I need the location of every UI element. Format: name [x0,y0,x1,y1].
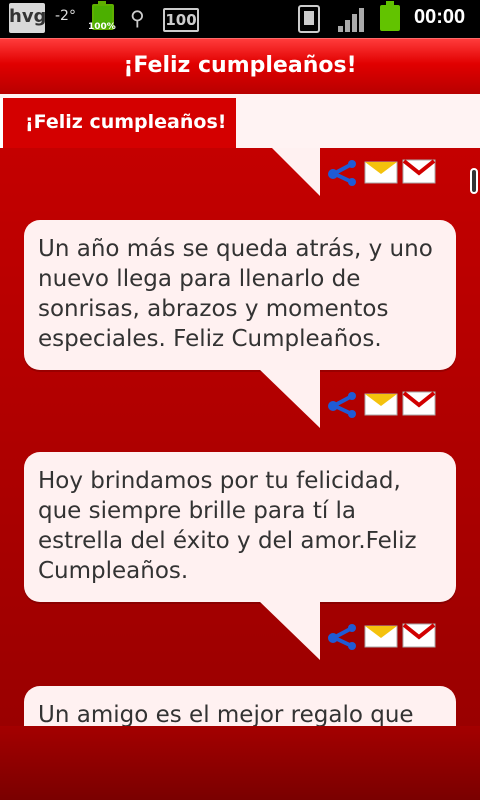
message-text: Un año más se queda atrás, y uno nuevo l… [38,236,433,352]
share-icon[interactable] [326,622,360,650]
tab-label: ¡Feliz cumpleaños! [25,111,227,133]
gmail-icon[interactable] [402,388,436,416]
message-actions [326,154,438,188]
battery-small-percent: 100% [88,22,116,32]
vibrate-icon [298,5,320,33]
status-bar: hvg -2° 100% ⚲ 100 00:00 [0,0,480,38]
bubble-tail [258,368,320,428]
message-actions [326,618,438,652]
signal-icon [338,8,364,32]
message-bubble[interactable]: Un amigo es el mejor regalo que se [24,686,456,726]
temperature-text: -2° [55,8,76,24]
message-actions [326,386,438,420]
share-icon[interactable] [326,158,360,186]
message-text: Hoy brindamos por tu felicidad, que siem… [38,468,417,584]
app-title: ¡Feliz cumpleaños! [123,53,357,78]
gmail-icon[interactable] [402,620,436,648]
badge-100: 100 [163,8,199,32]
bubble-tail [258,600,320,660]
battery-icon [380,1,400,31]
bottom-area [0,726,480,800]
usb-icon: ⚲ [130,6,145,30]
app-title-bar: ¡Feliz cumpleaños! [0,38,480,94]
message-list[interactable]: Un año más se queda atrás, y uno nuevo l… [0,148,480,726]
scrollbar[interactable] [470,168,478,194]
message-text: Un amigo es el mejor regalo que se [38,702,414,726]
message-bubble[interactable]: Un año más se queda atrás, y uno nuevo l… [24,220,456,370]
tab-feliz-cumpleanos[interactable]: ¡Feliz cumpleaños! [0,98,236,148]
clock: 00:00 [414,6,466,28]
bubble-tail [272,148,320,196]
carrier-logo: hvg [9,3,46,33]
share-icon[interactable] [326,390,360,418]
sms-icon[interactable] [364,620,398,648]
tab-strip: ¡Feliz cumpleaños! [0,94,480,148]
sms-icon[interactable] [364,156,398,184]
sms-icon[interactable] [364,388,398,416]
gmail-icon[interactable] [402,156,436,184]
message-bubble[interactable]: Hoy brindamos por tu felicidad, que siem… [24,452,456,602]
